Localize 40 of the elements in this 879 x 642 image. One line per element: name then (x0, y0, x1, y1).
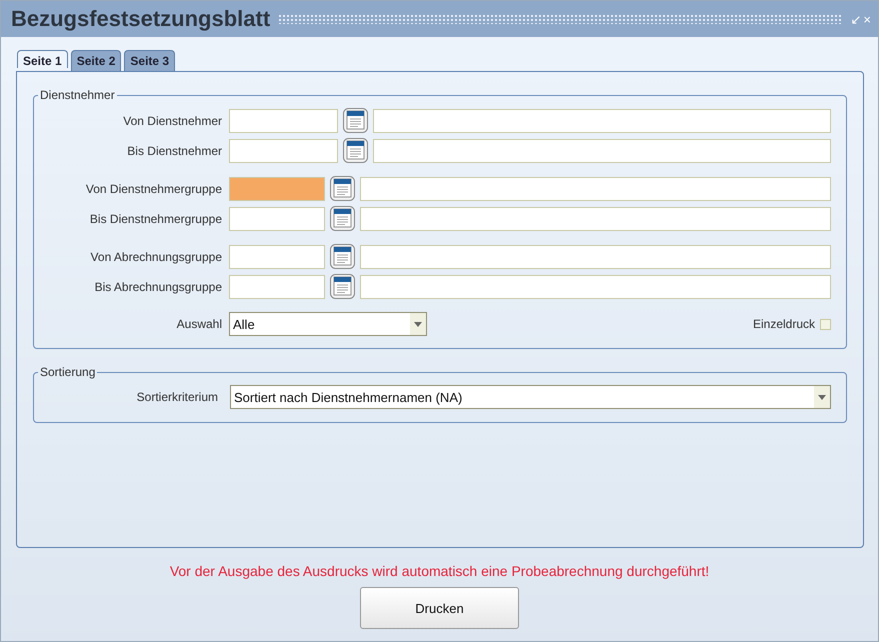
calendar-button[interactable] (330, 176, 355, 201)
tab[interactable]: Seite 1 (17, 50, 68, 68)
window-title: Bezugsfestsetzungsblatt (11, 6, 270, 32)
checkbox-label: Einzeldruck (752, 317, 815, 331)
code-field[interactable] (229, 176, 325, 200)
field-label: Von Dienstnehmergruppe (84, 182, 223, 196)
name-field[interactable] (360, 176, 831, 200)
code-field[interactable] (229, 206, 325, 230)
field-label: Bis Dienstnehmer (126, 144, 223, 158)
info-message: Vor der Ausgabe des Ausdrucks wird automatisch eine Probeabrechnung durchgeführt! (168, 563, 710, 579)
group-legend: Dienstnehmer (38, 88, 117, 102)
field-label: Von Dienstnehmer (122, 114, 223, 128)
code-field[interactable] (229, 274, 325, 298)
group-legend: Sortierung (38, 365, 98, 379)
dropdown[interactable]: Alle (229, 312, 427, 336)
name-field[interactable] (360, 244, 831, 268)
code-field[interactable] (229, 108, 338, 132)
caret-icon (414, 322, 422, 326)
field-label: Sortierkriterium (136, 390, 219, 404)
field-label: Auswahl (176, 317, 223, 331)
name-field[interactable] (360, 206, 831, 230)
name-field[interactable] (373, 108, 831, 132)
name-field[interactable] (360, 274, 831, 298)
code-field[interactable] (229, 244, 325, 268)
field-label: Bis Dienstnehmergruppe (88, 212, 223, 226)
field-label: Bis Abrechnungsgruppe (94, 280, 223, 294)
checkbox[interactable] (820, 318, 831, 330)
calendar-button[interactable] (343, 138, 368, 163)
calendar-button[interactable] (330, 274, 355, 299)
dropdown[interactable]: Sortiert nach Dienstnehmernamen (NA) (230, 385, 831, 409)
tab[interactable]: Seite 2 (70, 50, 122, 71)
caret-icon (818, 394, 826, 400)
code-field[interactable] (229, 138, 338, 162)
field-label: Von Abrechnungsgruppe (90, 250, 223, 264)
tab[interactable]: Seite 3 (124, 50, 176, 71)
name-field[interactable] (373, 138, 831, 162)
print-button[interactable]: Drucken (360, 587, 519, 629)
calendar-button[interactable] (330, 206, 355, 231)
calendar-button[interactable] (343, 108, 368, 133)
calendar-button[interactable] (330, 244, 355, 269)
